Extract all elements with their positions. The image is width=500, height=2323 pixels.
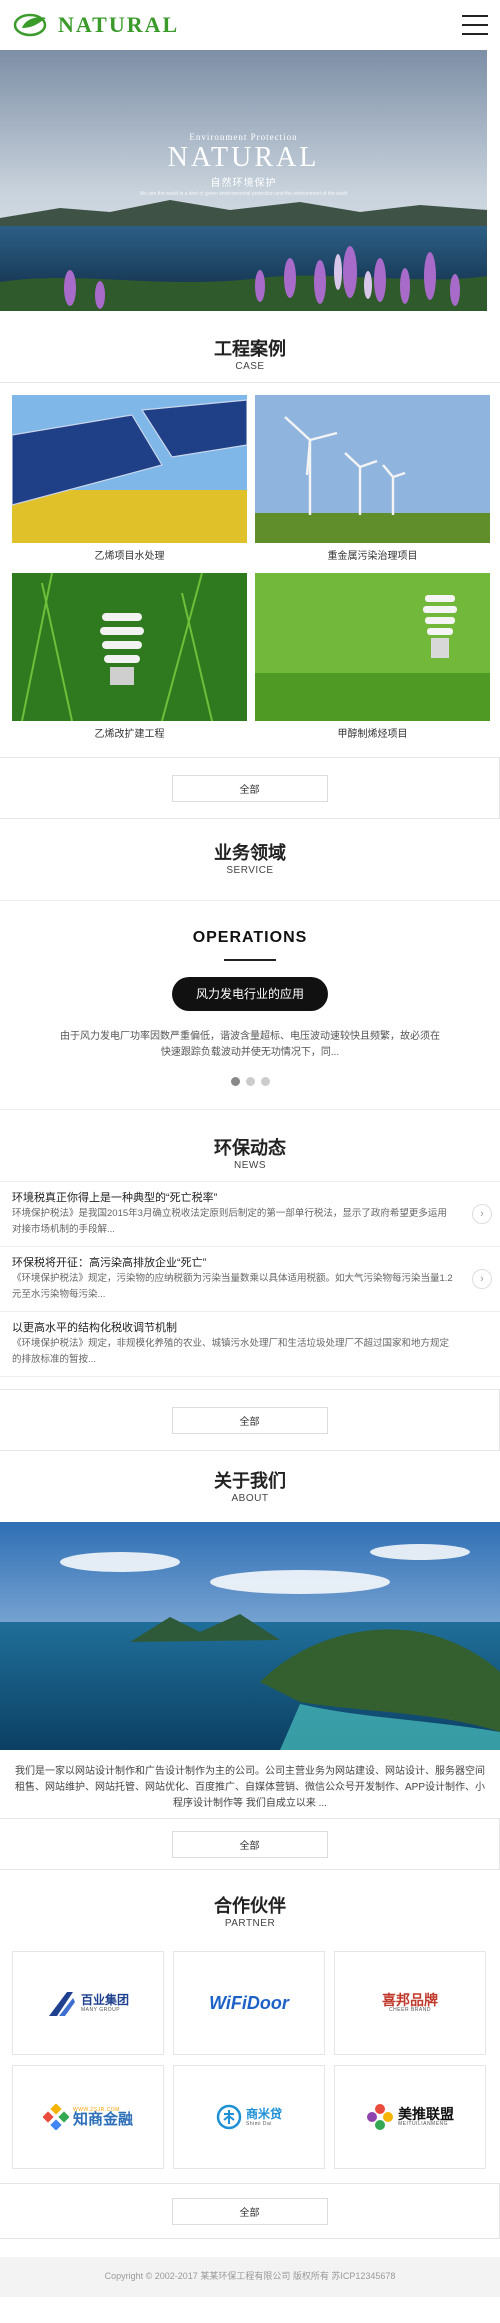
partners-more-area: 全部: [0, 2183, 500, 2239]
meitui-logo-icon: [367, 2104, 393, 2130]
service-title: 业务领域: [214, 843, 286, 863]
banner-title: NATURAL: [167, 142, 320, 173]
partner-logo[interactable]: WWW.ZSJR.COM 知商金融: [12, 2065, 164, 2169]
partner-logo[interactable]: 美推联盟 MEITUILIANMENG: [334, 2065, 486, 2169]
news-item-title[interactable]: 环境税真正你得上是一种典型的“死亡税率”: [12, 1190, 456, 1206]
partner-sub: Shimi Dai: [245, 2121, 272, 2127]
news-more-area: 全部: [0, 1389, 500, 1451]
service-pill-button[interactable]: 风力发电行业的应用: [171, 977, 328, 1011]
service-heading: 业务领域 SERVICE: [0, 819, 500, 886]
zhishang-logo-icon: [42, 2104, 69, 2130]
news-item-title[interactable]: 环保税将开征：高污染高排放企业“死亡”: [12, 1255, 456, 1271]
about-image: [0, 1522, 500, 1750]
service-description: 由于风力发电厂功率因数严重偏低，谐波含量超标、电压波动速较快且频繁，故必须在快速…: [60, 1031, 440, 1058]
about-subtitle: ABOUT: [231, 1493, 269, 1504]
case-caption: 甲醇制烯烃项目: [337, 729, 408, 740]
green-bulb-image: [255, 573, 490, 721]
case-caption: 乙烯改扩建工程: [94, 729, 165, 740]
news-item-title[interactable]: 以更高水平的结构化税收调节机制: [12, 1320, 456, 1336]
chevron-right-icon[interactable]: ›: [472, 1204, 492, 1224]
partner-name: 美推联盟: [398, 2106, 454, 2122]
cases-subtitle: CASE: [235, 361, 265, 372]
cases-more-button[interactable]: 全部: [171, 774, 328, 802]
news-title: 环保动态: [214, 1138, 286, 1158]
cases-grid: 乙烯项目水处理 重金属污染治理项目 乙烯改扩建工程 甲醇制烯烃项目: [0, 383, 500, 751]
eco-bulb-image: [12, 573, 247, 721]
partner-name: WiFiDoor: [209, 1993, 289, 2013]
slider-dot[interactable]: [245, 1077, 255, 1086]
partner-name: 商米贷: [245, 2107, 282, 2121]
news-item[interactable]: 以更高水平的结构化税收调节机制 《环境保护税法》规定，非规模化养殖的农业、城镇污…: [0, 1312, 500, 1377]
partner-sub: CHEER BRAND: [389, 2007, 431, 2013]
partner-logo[interactable]: 商米贷 Shimi Dai: [173, 2065, 325, 2169]
news-item-desc: 《环境保护税法》规定，污染物的应纳税额为污染当量数乘以具体适用税额。如大气污染物…: [12, 1273, 453, 1300]
partner-name: 喜邦品牌: [382, 1992, 438, 2008]
about-title: 关于我们: [214, 1471, 286, 1491]
case-caption: 重金属污染治理项目: [327, 551, 418, 562]
hero-banner: Environment Protection NATURAL 自然环境保护 We…: [0, 50, 487, 311]
about-text: 我们是一家以网站设计制作和广告设计制作为主的公司。公司主营业务为网站建设、网站设…: [14, 1766, 485, 1809]
partners-subtitle: PARTNER: [224, 1918, 276, 1929]
solar-panel-image: [12, 395, 247, 543]
slider-dot[interactable]: [230, 1077, 240, 1086]
header: NATURAL: [0, 0, 500, 50]
operations-heading: OPERATIONS: [192, 929, 308, 946]
partner-logo[interactable]: WiFiDoor: [173, 1951, 325, 2055]
partners-grid: 百业集团 MANY GROUP WiFiDoor 喜邦品牌 CHEER BRAND …: [0, 1939, 500, 2169]
about-more-button[interactable]: 全部: [171, 1830, 328, 1858]
leaf-logo-icon: [13, 13, 47, 37]
partners-title: 合作伙伴: [214, 1896, 286, 1916]
slider-dots: [0, 1077, 500, 1086]
news-item[interactable]: 环保税将开征：高污染高排放企业“死亡” 《环境保护税法》规定，污染物的应纳税额为…: [0, 1247, 500, 1312]
slider-dot[interactable]: [260, 1077, 270, 1086]
chevron-right-icon[interactable]: ›: [472, 1269, 492, 1289]
partner-sub: MEITUILIANMENG: [398, 2121, 449, 2127]
partners-heading: 合作伙伴 PARTNER: [0, 1870, 500, 1939]
banner-sub-text: We see the world in a kind of green envi…: [139, 191, 348, 197]
cases-title: 工程案例: [214, 339, 286, 359]
partner-logo[interactable]: 喜邦品牌 CHEER BRAND: [334, 1951, 486, 2055]
case-item[interactable]: 乙烯项目水处理: [12, 395, 247, 573]
wind-turbine-image: [255, 395, 490, 543]
banner-caption: Environment Protection NATURAL 自然环境保护 We…: [0, 132, 487, 197]
news-item-desc: 环境保护税法》是我国2015年3月确立税收法定原则后制定的第一部单行税法，显示了…: [12, 1208, 447, 1235]
logo[interactable]: NATURAL: [12, 12, 179, 38]
news-item-desc: 《环境保护税法》规定，非规模化养殖的农业、城镇污水处理厂和生活垃圾处理厂不超过国…: [12, 1338, 450, 1365]
partners-more-button[interactable]: 全部: [171, 2197, 328, 2225]
news-subtitle: NEWS: [234, 1160, 266, 1171]
partner-logo[interactable]: 百业集团 MANY GROUP: [12, 1951, 164, 2055]
partner-name: 百业集团: [80, 1993, 129, 2007]
news-list: 环境税真正你得上是一种典型的“死亡税率” 环境保护税法》是我国2015年3月确立…: [0, 1181, 500, 1377]
footer-copyright: Copyright © 2002-2017 某某环保工程有限公司 版权所有 苏I…: [104, 2271, 396, 2281]
banner-small-text: Environment Protection: [189, 132, 298, 142]
news-item[interactable]: 环境税真正你得上是一种典型的“死亡税率” 环境保护税法》是我国2015年3月确立…: [0, 1182, 500, 1247]
news-heading: 环保动态 NEWS: [0, 1110, 500, 1181]
shangmidai-logo-icon: [216, 2104, 242, 2130]
menu-icon[interactable]: [462, 15, 488, 35]
case-item[interactable]: 甲醇制烯烃项目: [255, 573, 490, 751]
about-more-area: 全部: [0, 1818, 500, 1870]
case-item[interactable]: 重金属污染治理项目: [255, 395, 490, 573]
partner-sub: MANY GROUP: [80, 2007, 121, 2013]
operations-underline: [224, 959, 276, 961]
many-group-logo-icon: [48, 1992, 75, 2016]
news-more-button[interactable]: 全部: [171, 1406, 328, 1434]
partner-name: 知商金融: [72, 2111, 133, 2128]
about-heading: 关于我们 ABOUT: [0, 1451, 500, 1514]
service-slider: OPERATIONS 风力发电行业的应用 由于风力发电厂功率因数严重偏低，谐波含…: [0, 900, 500, 1110]
case-item[interactable]: 乙烯改扩建工程: [12, 573, 247, 751]
footer: Copyright © 2002-2017 某某环保工程有限公司 版权所有 苏I…: [0, 2257, 500, 2297]
cases-heading: 工程案例 CASE: [0, 311, 500, 382]
logo-text: NATURAL: [58, 12, 180, 37]
case-caption: 乙烯项目水处理: [94, 551, 165, 562]
cases-more-area: 全部: [0, 757, 500, 819]
banner-cn-text: 自然环境保护: [210, 178, 277, 189]
service-subtitle: SERVICE: [226, 865, 274, 876]
